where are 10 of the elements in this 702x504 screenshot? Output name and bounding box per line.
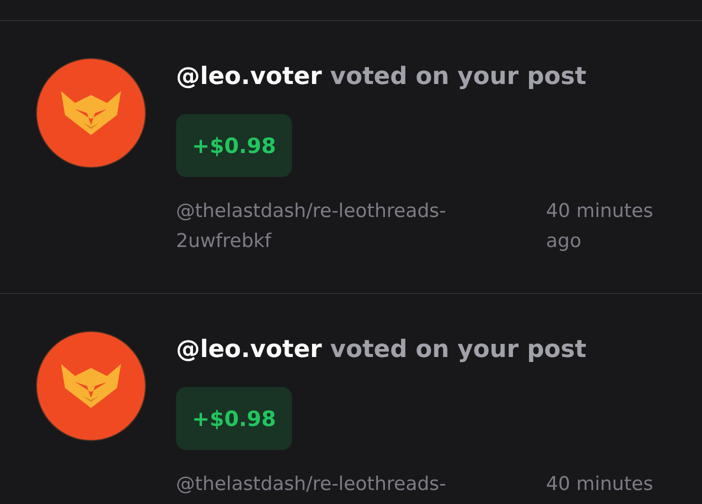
timestamp: 40 minutes ago xyxy=(546,199,654,254)
post-link[interactable]: @thelastdash/re-leothreads- xyxy=(176,469,506,499)
payout-amount: +$0.98 xyxy=(176,387,292,450)
payout-amount: +$0.98 xyxy=(176,114,292,177)
post-link[interactable]: @thelastdash/re-leothreads-2uwfrebkf xyxy=(176,196,506,256)
lion-logo-icon xyxy=(59,89,123,137)
notification-message: @leo.voter voted on your post xyxy=(176,334,586,365)
notification-message: @leo.voter voted on your post xyxy=(176,61,586,92)
timestamp: 40 minutes xyxy=(546,472,654,497)
lion-logo-icon xyxy=(59,362,123,410)
